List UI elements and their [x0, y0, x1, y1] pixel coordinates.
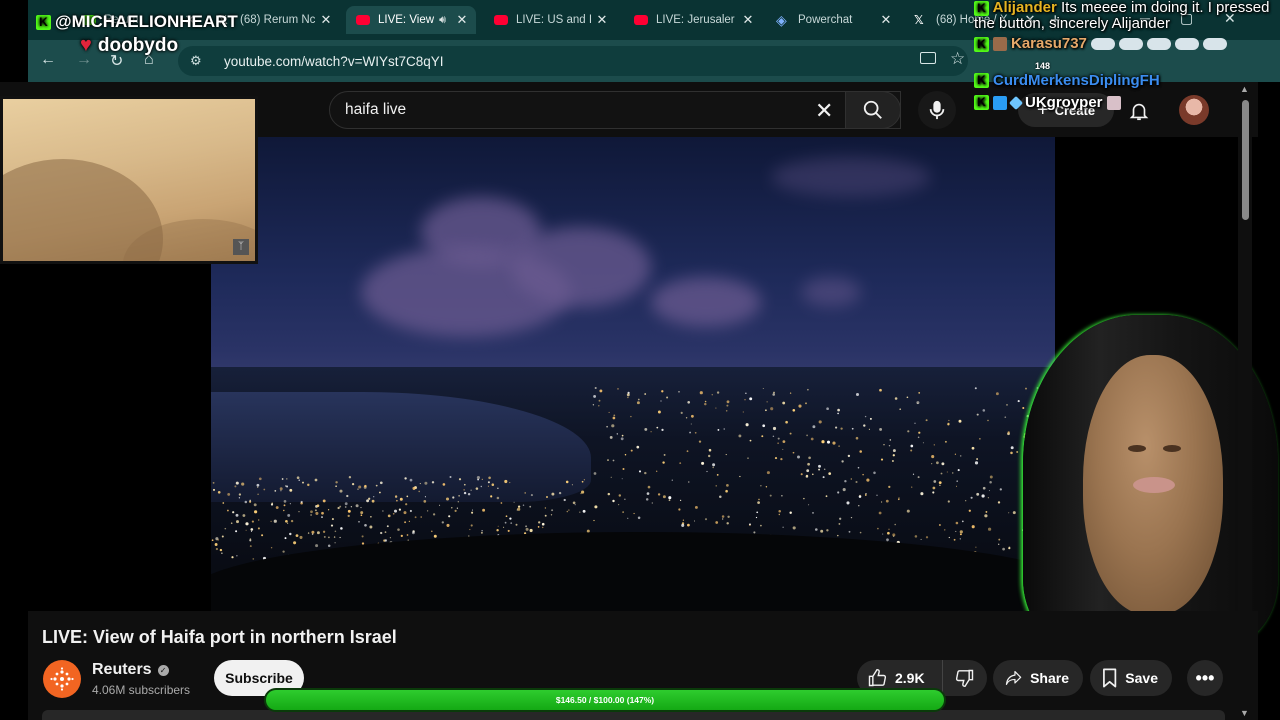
share-arrow-icon [1005, 670, 1022, 686]
thumbs-up-icon [868, 668, 887, 687]
microphone-icon [929, 100, 945, 120]
cloud-emote-icon [1202, 38, 1227, 51]
dislike-button[interactable] [943, 660, 987, 696]
save-button[interactable]: Save [1090, 660, 1172, 696]
chat-message: K Alijander Its meeee im doing it. I pre… [974, 0, 1280, 32]
page-scrollbar[interactable]: ▲ ▼ [1238, 82, 1252, 720]
goal-text: $146.50 / $100.00 (147%) [555, 695, 655, 705]
search-icon [863, 100, 882, 119]
chat-username: Alijander [992, 0, 1057, 16]
donation-goal-bar: $146.50 / $100.00 (147%) [264, 688, 946, 712]
close-icon[interactable]: ✕ [454, 12, 470, 28]
clear-search-icon[interactable]: ✕ [815, 98, 833, 124]
chat-message: K CurdMerkensDiplingFH [974, 71, 1280, 89]
reuters-logo-icon [50, 667, 74, 691]
close-icon[interactable]: ✕ [594, 12, 610, 28]
scroll-up-icon[interactable]: ▲ [1240, 84, 1249, 94]
tab-label: LIVE: US and I [516, 14, 593, 26]
more-actions-button[interactable]: ••• [1187, 660, 1223, 696]
chat-username: CurdMerkensDiplingFH [993, 71, 1160, 89]
youtube-icon [494, 15, 508, 25]
stream-chat-overlay: K Alijander Its meeee im doing it. I pre… [974, 0, 1280, 145]
like-count: 2.9K [895, 670, 925, 686]
tab-label: LIVE: View [378, 14, 435, 26]
subscriber-badge-icon [993, 37, 1007, 52]
youtube-icon [634, 15, 648, 25]
kick-icon: K [974, 36, 989, 52]
close-icon[interactable]: ✕ [878, 12, 894, 28]
tab-powerchat[interactable]: ◈ Powerchat ✕ [766, 6, 900, 34]
streamer-handle-text: @MICHAELIONHEART [55, 12, 238, 31]
more-dots-icon: ••• [1195, 667, 1215, 688]
follower-alert: ♥ doobydo [80, 34, 178, 57]
site-info-icon[interactable]: ⚙ [190, 53, 206, 69]
bookmark-star-icon[interactable]: ☆ [950, 49, 965, 69]
tab-live-view[interactable]: LIVE: View 🔊︎ ✕ [346, 6, 476, 34]
close-icon[interactable]: ✕ [318, 12, 334, 28]
chat-username: UKgroyper [1025, 93, 1103, 111]
tab-label: Powerchat [798, 14, 853, 26]
overlay-badge-icon: ᛉ [233, 239, 249, 255]
tab-live-jerusalem[interactable]: LIVE: Jerusaler ✕ [624, 6, 762, 34]
thumbs-down-icon [955, 669, 974, 688]
share-button[interactable]: Share [993, 660, 1083, 696]
sword-badge-icon [1008, 95, 1024, 110]
powerchat-icon: ◈ [776, 11, 787, 28]
heart-icon: ♥ [80, 34, 92, 56]
youtube-icon [356, 15, 370, 25]
scroll-thumb[interactable] [1242, 100, 1249, 220]
badge-count: 148 [1035, 61, 1051, 71]
gem-badge-icon [993, 95, 1007, 110]
bookmark-icon [1103, 668, 1117, 688]
cloud-emote-icon [1174, 38, 1199, 51]
subscriber-count: 4.06M subscribers [92, 683, 191, 697]
chat-message: K Karasu737 [974, 36, 1280, 52]
share-label: Share [1030, 670, 1069, 686]
chat-message: K UKgroyper [974, 93, 1280, 111]
video-title: LIVE: View of Haifa port in northern Isr… [42, 627, 397, 647]
tab-label: (68) Rerum Nc [240, 14, 316, 26]
install-app-icon[interactable] [920, 52, 936, 64]
channel-name-text[interactable]: Reuters [92, 661, 152, 679]
kick-icon: K [974, 73, 989, 89]
video-player[interactable] [211, 137, 1055, 611]
tab-label: LIVE: Jerusaler [656, 14, 735, 26]
search-query[interactable]: haifa live [345, 101, 406, 119]
speaker-icon[interactable]: 🔊︎ [439, 14, 446, 27]
x-icon: 𝕏 [914, 13, 924, 27]
kick-icon: K [974, 1, 989, 16]
channel-name[interactable]: Reuters ✓ [92, 661, 169, 679]
address-bar[interactable]: ⚙ youtube.com/watch?v=WIYst7C8qYI [178, 46, 968, 76]
streamer-handle: K @MICHAELIONHEART [36, 12, 238, 32]
verified-check-icon: ✓ [157, 664, 169, 676]
cloud-emote-icon [1118, 38, 1143, 51]
save-label: Save [1125, 670, 1158, 686]
emote-icon [1106, 95, 1121, 110]
cloud-emote-icon [1146, 38, 1171, 51]
close-icon[interactable]: ✕ [740, 12, 756, 28]
voice-search-button[interactable] [918, 91, 956, 129]
potato-face [1083, 355, 1223, 615]
kick-icon: K [36, 14, 51, 30]
chat-username: Karasu737 [1011, 35, 1087, 53]
search-button[interactable] [845, 91, 901, 129]
back-icon[interactable]: ← [40, 51, 56, 69]
tab-live-us[interactable]: LIVE: US and I ✕ [484, 6, 616, 34]
desert-camera-overlay: ᛉ [0, 96, 258, 264]
kick-icon: K [974, 95, 989, 111]
channel-avatar[interactable] [43, 660, 81, 698]
follower-name: doobydo [97, 34, 179, 56]
url-text[interactable]: youtube.com/watch?v=WIYst7C8qYI [224, 54, 443, 69]
scroll-down-icon[interactable]: ▼ [1240, 708, 1249, 718]
cloud-emote-icon [1090, 38, 1115, 51]
